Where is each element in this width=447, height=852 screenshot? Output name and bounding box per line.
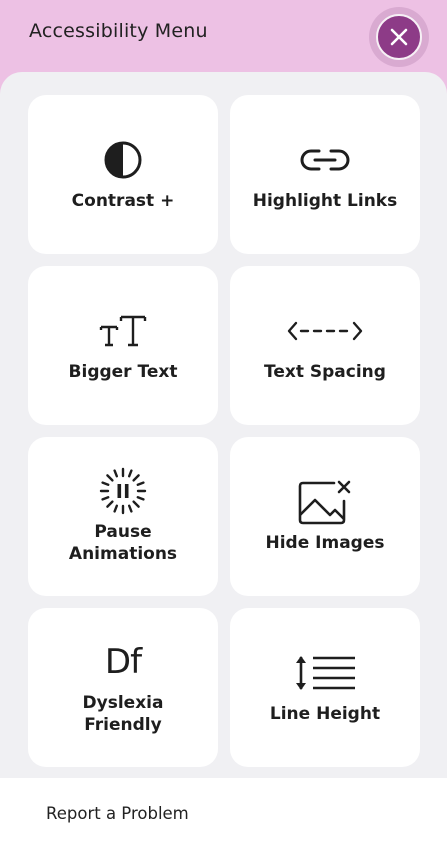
tile-label: Contrast + (71, 190, 175, 211)
link-icon (299, 138, 351, 182)
highlight-links-tile[interactable]: Highlight Links (230, 95, 420, 254)
report-problem-link[interactable]: Report a Problem (46, 804, 189, 823)
text-size-icon (99, 309, 147, 353)
contrast-tile[interactable]: Contrast + (28, 95, 218, 254)
dyslexia-icon: Df (104, 640, 142, 684)
tile-label: Highlight Links (252, 190, 398, 211)
tile-label: Line Height (269, 703, 381, 724)
dyslexia-glyph: Df (104, 641, 142, 682)
close-icon (376, 14, 422, 60)
tile-label: Hide Images (265, 532, 385, 553)
text-spacing-icon (287, 309, 363, 353)
line-height-icon (293, 651, 357, 695)
tile-label: Pause Animations (68, 521, 178, 564)
menu-title: Accessibility Menu (29, 20, 208, 42)
close-button[interactable] (369, 7, 429, 67)
text-spacing-tile[interactable]: Text Spacing (230, 266, 420, 425)
dyslexia-friendly-tile[interactable]: Df Dyslexia Friendly (28, 608, 218, 767)
hide-images-tile[interactable]: Hide Images (230, 437, 420, 596)
bigger-text-tile[interactable]: Bigger Text (28, 266, 218, 425)
line-height-tile[interactable]: Line Height (230, 608, 420, 767)
tile-label: Bigger Text (68, 361, 178, 382)
accessibility-menu: Accessibility Menu Contrast + Highlight … (0, 0, 447, 852)
tile-label: Text Spacing (264, 361, 386, 382)
hide-image-icon (298, 480, 352, 524)
contrast-icon (103, 138, 143, 182)
menu-footer: Report a Problem (0, 778, 447, 852)
pause-animations-tile[interactable]: Pause Animations (28, 437, 218, 596)
pause-animation-icon (99, 467, 147, 514)
tile-label: Dyslexia Friendly (82, 692, 164, 735)
